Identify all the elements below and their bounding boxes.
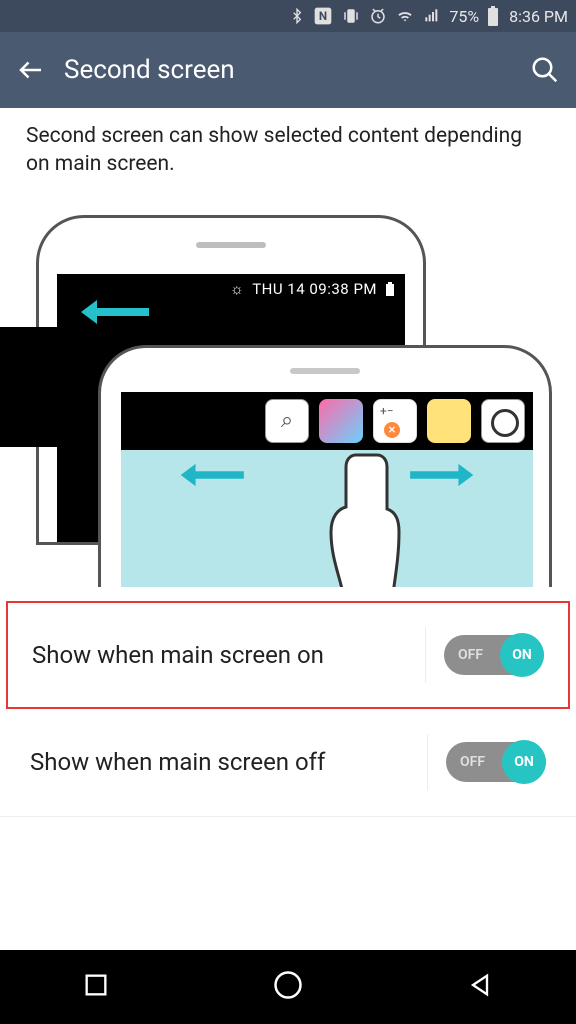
setting-label: Show when main screen on	[32, 641, 407, 669]
nav-recents-button[interactable]	[82, 971, 110, 1003]
illustration-secbar-text: THU 14 09:38 PM	[252, 280, 377, 298]
swipe-left-icon	[177, 462, 255, 492]
alarm-icon	[369, 7, 387, 25]
nav-back-button[interactable]	[466, 971, 494, 1003]
toggle-show-when-off[interactable]: OFF ON	[446, 742, 546, 782]
bluetooth-icon	[289, 7, 305, 25]
phone-front-illustration: ⌕	[98, 345, 552, 587]
app-icon-camera	[481, 399, 525, 443]
description-text: Second screen can show selected content …	[0, 108, 576, 197]
battery-icon	[385, 282, 395, 296]
wifi-icon	[395, 8, 415, 24]
svg-text:N: N	[319, 9, 327, 23]
status-bar: N 75% 8:36 PM	[0, 0, 576, 32]
nfc-icon: N	[313, 6, 333, 26]
setting-show-when-off[interactable]: Show when main screen off OFF ON	[0, 709, 576, 817]
swipe-left-arrow-icon	[79, 298, 159, 330]
setting-label: Show when main screen off	[30, 748, 409, 776]
toggle-off-label: OFF	[458, 647, 483, 663]
swipe-right-icon	[399, 462, 477, 492]
app-icon-qmemo: ⌕	[265, 399, 309, 443]
illustration: ☼ THU 14 09:38 PM ⌕	[0, 197, 576, 587]
content-area: Second screen can show selected content …	[0, 108, 576, 817]
brightness-icon: ☼	[230, 280, 244, 298]
toggle-on-knob: ON	[500, 633, 544, 677]
app-icon-gallery	[319, 399, 363, 443]
app-icon-notes	[427, 399, 471, 443]
back-button[interactable]	[16, 55, 56, 85]
page-title: Second screen	[64, 55, 520, 85]
toggle-on-knob: ON	[502, 740, 546, 784]
vibrate-icon	[341, 7, 361, 25]
navigation-bar	[0, 950, 576, 1024]
nav-home-button[interactable]	[273, 970, 303, 1004]
search-button[interactable]	[520, 55, 560, 85]
battery-percent: 75%	[449, 7, 479, 26]
toggle-show-when-on[interactable]: OFF ON	[444, 635, 544, 675]
battery-icon	[487, 6, 499, 26]
app-icon-calculator	[373, 399, 417, 443]
finger-illustration	[321, 450, 401, 587]
status-time: 8:36 PM	[509, 7, 568, 26]
setting-show-when-on[interactable]: Show when main screen on OFF ON	[6, 601, 570, 709]
app-header: Second screen	[0, 32, 576, 108]
settings-list: Show when main screen on OFF ON Show whe…	[0, 601, 576, 817]
signal-icon	[423, 8, 441, 24]
toggle-off-label: OFF	[460, 754, 485, 770]
